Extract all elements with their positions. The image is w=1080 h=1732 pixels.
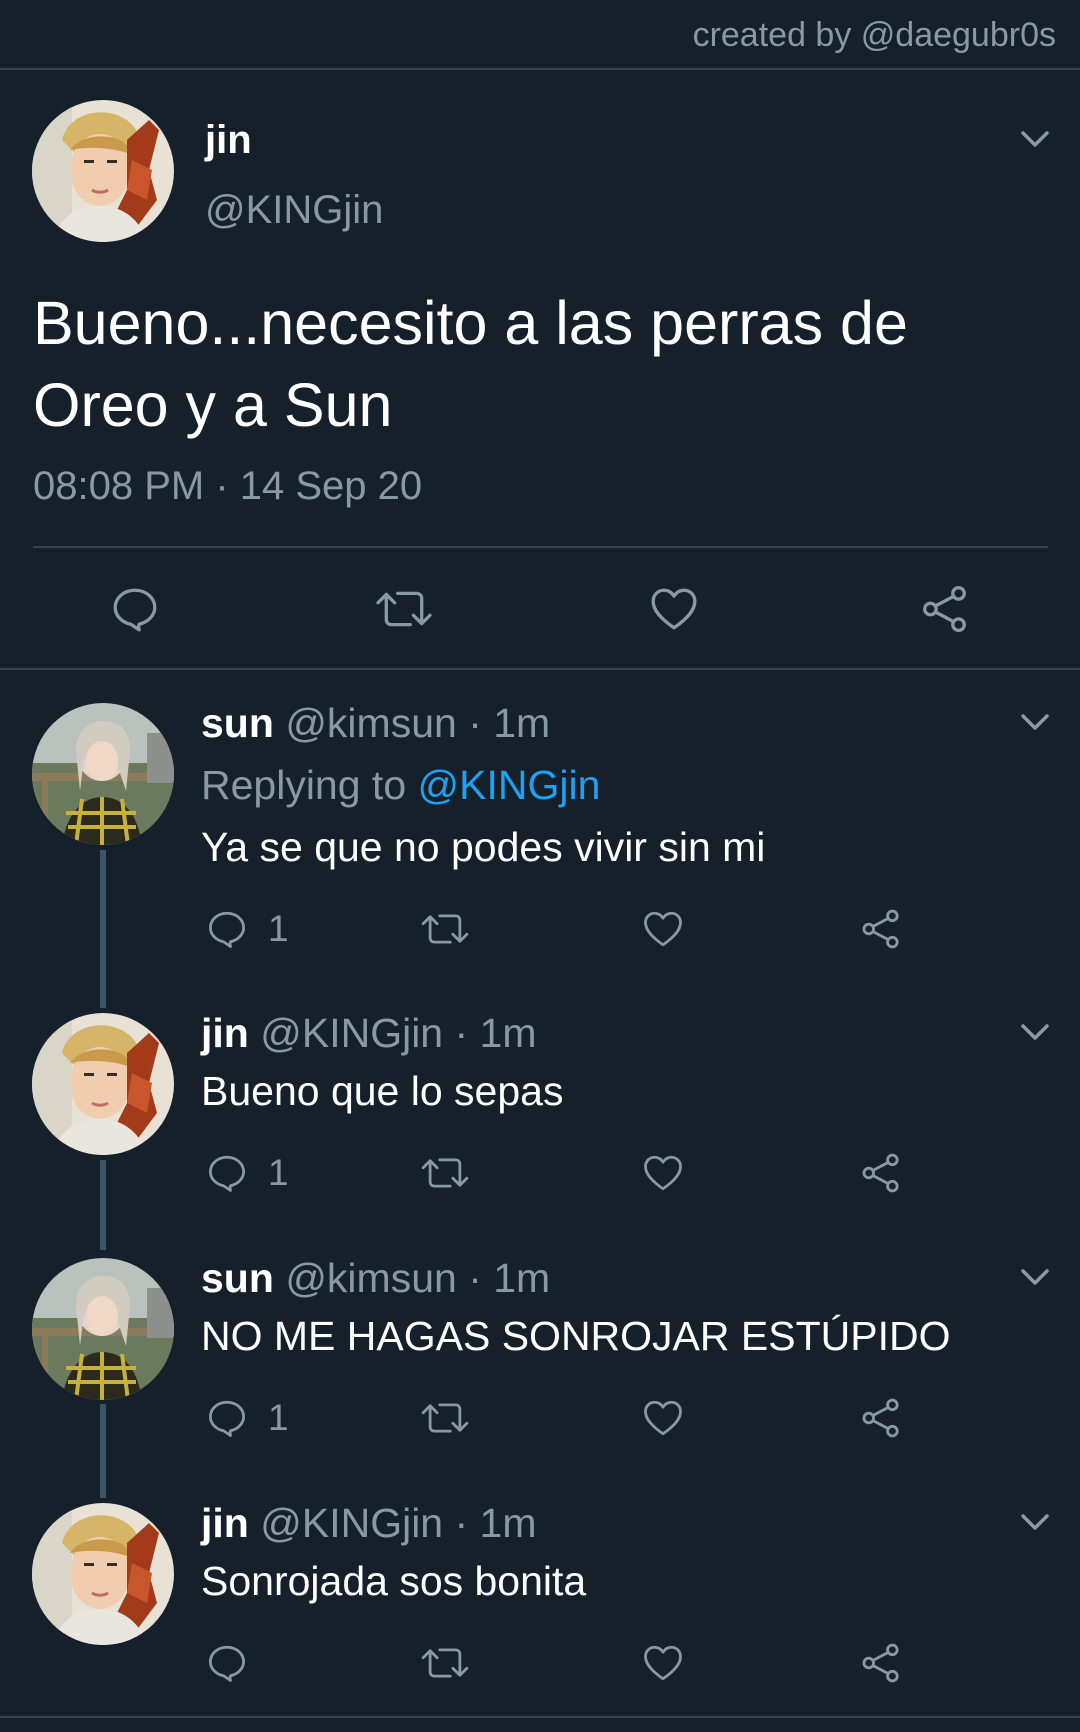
replying-to: Replying to @KINGjin <box>201 762 600 809</box>
reply-author-meta: @KINGjin · 1m <box>260 1010 537 1056</box>
main-tweet-author-handle[interactable]: @KINGjin <box>205 188 383 233</box>
comment-icon[interactable] <box>206 1642 248 1684</box>
share-icon[interactable] <box>920 584 970 634</box>
chevron-down-icon[interactable] <box>1018 122 1052 156</box>
reply-count: 1 <box>268 1397 289 1438</box>
avatar-jin[interactable] <box>32 1013 174 1155</box>
reply-text: Bueno que lo sepas <box>201 1068 564 1114</box>
reply-author-meta: @kimsun · 1m <box>285 1255 551 1301</box>
reply-author-name[interactable]: sun <box>201 1255 274 1301</box>
chevron-down-icon[interactable] <box>1018 1505 1052 1539</box>
main-tweet-divider <box>33 546 1048 548</box>
retweet-icon[interactable] <box>374 584 434 634</box>
replying-to-handle[interactable]: @KINGjin <box>418 762 601 808</box>
retweet-icon[interactable] <box>420 908 470 950</box>
share-icon[interactable] <box>860 1642 902 1684</box>
thread-connector-line <box>100 1160 106 1250</box>
like-icon[interactable] <box>642 1152 684 1194</box>
reply-text: Ya se que no podes vivir sin mi <box>201 824 766 870</box>
reply-header: jin @KINGjin · 1m <box>201 1010 537 1057</box>
replying-to-label: Replying to <box>201 762 407 808</box>
thread-connector-line <box>100 850 106 1008</box>
chevron-down-icon[interactable] <box>1018 1015 1052 1049</box>
bottom-divider <box>0 1716 1080 1718</box>
chevron-down-icon[interactable] <box>1018 1260 1052 1294</box>
reply-count: 1 <box>268 908 289 949</box>
retweet-icon[interactable] <box>420 1152 470 1194</box>
comment-icon[interactable] <box>206 1397 248 1439</box>
thread-connector-line <box>100 1404 106 1498</box>
reply-count: 1 <box>268 1152 289 1193</box>
reply-author-name[interactable]: sun <box>201 700 274 746</box>
like-icon[interactable] <box>642 1642 684 1684</box>
reply-header: sun @kimsun · 1m <box>201 700 550 747</box>
avatar-jin[interactable] <box>32 1503 174 1645</box>
avatar-sun[interactable] <box>32 703 174 845</box>
reply-author-name[interactable]: jin <box>201 1500 249 1546</box>
main-tweet-timestamp: 08:08 PM · 14 Sep 20 <box>33 464 423 508</box>
comment-icon[interactable] <box>206 908 248 950</box>
avatar-sun[interactable] <box>32 1258 174 1400</box>
retweet-icon[interactable] <box>420 1397 470 1439</box>
share-icon[interactable] <box>860 908 902 950</box>
reply-author-meta: @KINGjin · 1m <box>260 1500 537 1546</box>
reply-text: NO ME HAGAS SONROJAR ESTÚPIDO <box>201 1313 951 1359</box>
avatar-jin[interactable] <box>32 100 174 242</box>
retweet-icon[interactable] <box>420 1642 470 1684</box>
main-tweet-author-name[interactable]: jin <box>205 118 252 163</box>
comment-icon[interactable] <box>206 1152 248 1194</box>
reply-header: sun @kimsun · 1m <box>201 1255 550 1302</box>
main-tweet-text: Bueno...necesito a las perras de Oreo y … <box>33 289 908 439</box>
thread-divider <box>0 668 1080 670</box>
creator-credit: created by @daegubr0s <box>692 16 1056 54</box>
reply-author-meta: @kimsun · 1m <box>285 700 551 746</box>
comment-icon[interactable] <box>110 584 160 634</box>
reply-text: Sonrojada sos bonita <box>201 1558 587 1604</box>
share-icon[interactable] <box>860 1152 902 1194</box>
like-icon[interactable] <box>649 584 699 634</box>
chevron-down-icon[interactable] <box>1018 705 1052 739</box>
reply-author-name[interactable]: jin <box>201 1010 249 1056</box>
top-divider <box>0 68 1080 70</box>
like-icon[interactable] <box>642 908 684 950</box>
share-icon[interactable] <box>860 1397 902 1439</box>
like-icon[interactable] <box>642 1397 684 1439</box>
reply-header: jin @KINGjin · 1m <box>201 1500 537 1547</box>
